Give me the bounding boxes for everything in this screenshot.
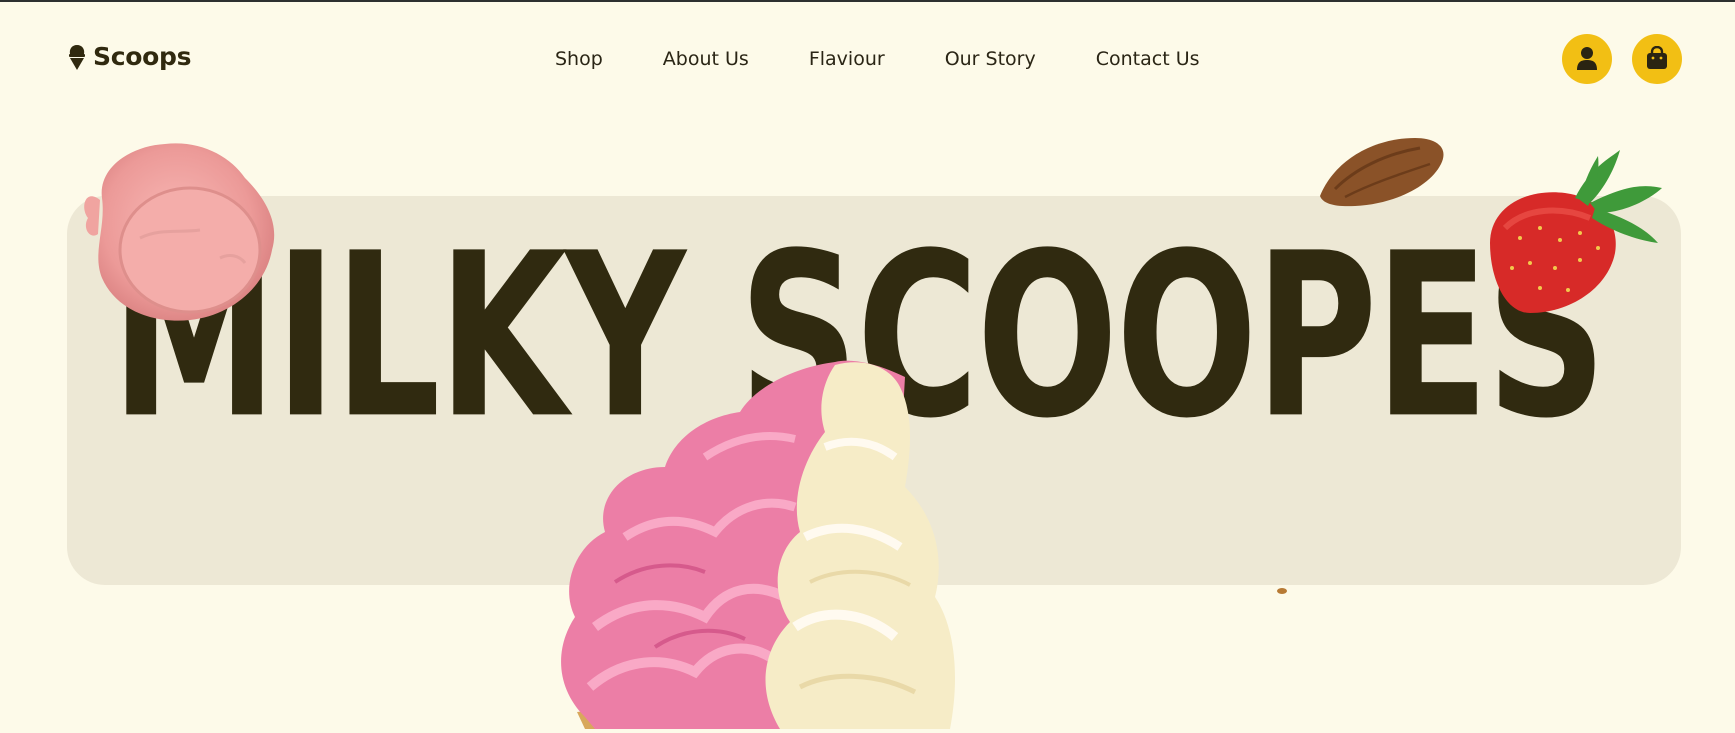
strawberry-image — [1480, 148, 1665, 318]
nav-item-contact-us[interactable]: Contact Us — [1096, 48, 1200, 70]
soft-serve-cone-image — [555, 357, 985, 729]
brand-name: Scoops — [93, 42, 192, 71]
main-menu: Shop About Us Flaviour Our Story Contact… — [555, 48, 1260, 70]
ice-cream-scoop-image — [80, 138, 285, 323]
nav-item-about-us[interactable]: About Us — [663, 48, 749, 70]
nut-crumb-image — [1276, 580, 1288, 594]
user-icon — [1576, 46, 1598, 73]
account-button[interactable] — [1562, 34, 1612, 84]
ice-cream-icon — [67, 43, 87, 71]
cart-button[interactable] — [1632, 34, 1682, 84]
nav-item-shop[interactable]: Shop — [555, 48, 603, 70]
nav-item-our-story[interactable]: Our Story — [945, 48, 1036, 70]
nav-item-flaviour[interactable]: Flaviour — [809, 48, 885, 70]
shopping-bag-icon — [1646, 45, 1668, 73]
top-navigation: Scoops Shop About Us Flaviour Our Story … — [0, 2, 1735, 120]
brand-logo-link[interactable]: Scoops — [67, 42, 191, 71]
almond-image — [1315, 134, 1450, 209]
